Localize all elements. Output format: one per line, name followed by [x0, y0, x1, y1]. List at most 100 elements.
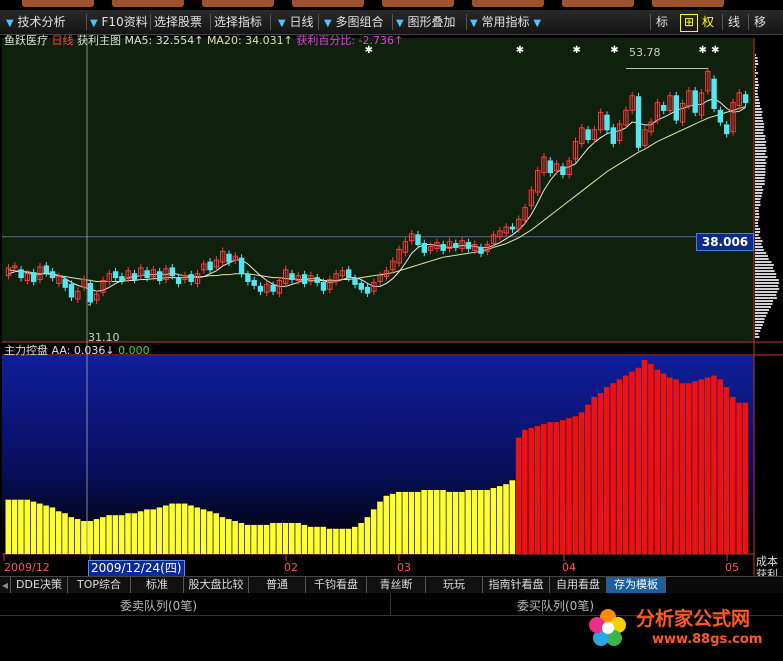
candle-body: [290, 274, 294, 280]
f10-menu[interactable]: ▼ F10资料: [90, 13, 148, 31]
control-bar: [245, 525, 251, 554]
multi-chart-menu[interactable]: ▼ 多图组合: [324, 13, 384, 31]
period-select[interactable]: ▼ 日线: [278, 13, 314, 31]
cost-bar: [755, 198, 761, 200]
cost-bar: [755, 72, 758, 74]
ma20-value: MA20: 34.031↑: [207, 34, 293, 47]
candle-body: [315, 278, 319, 283]
top-menu-tab[interactable]: [562, 0, 634, 7]
cost-bar: [755, 180, 765, 182]
cost-bar: [755, 201, 760, 203]
top-menu-tab[interactable]: [292, 0, 364, 7]
control-bar: [541, 424, 547, 554]
control-bar: [75, 519, 81, 554]
control-bar: [24, 500, 30, 554]
toolbar-label: F10资料: [102, 15, 148, 29]
control-bar: [321, 527, 327, 554]
cost-bar: [755, 132, 763, 134]
control-bar: [736, 403, 742, 554]
control-bar: [560, 420, 566, 554]
add-icon[interactable]: ⊞: [680, 14, 698, 32]
move-button[interactable]: 移: [754, 13, 766, 31]
top-menu-tab[interactable]: [22, 0, 94, 7]
tech-analysis-menu[interactable]: ▼ 技术分析: [6, 13, 66, 31]
top-menu-tab[interactable]: [472, 0, 544, 7]
candle-body: [693, 91, 697, 112]
time-label: 02: [284, 561, 298, 574]
control-bar: [711, 376, 717, 554]
control-bar: [535, 426, 541, 554]
line-button[interactable]: 线: [728, 13, 740, 31]
tab-top[interactable]: TOP综合: [68, 577, 131, 594]
top-menu-tab[interactable]: [112, 0, 184, 7]
cost-bar: [755, 312, 768, 314]
common-indicator-menu[interactable]: ▼ 常用指标 ▼: [470, 13, 541, 31]
control-bar: [327, 529, 333, 554]
control-bar: [207, 511, 213, 554]
candle-body: [176, 278, 180, 284]
control-bar: [440, 490, 446, 554]
control-bar: [201, 509, 207, 554]
overlay-menu[interactable]: ▼ 图形叠加: [396, 13, 456, 31]
control-bar: [188, 506, 194, 555]
top-menu-tab[interactable]: [652, 0, 724, 7]
tab-scroll-left[interactable]: ◀: [0, 577, 11, 594]
cost-bar: [755, 222, 758, 224]
dropdown-arrow-icon: ▼: [6, 18, 14, 29]
control-bar: [43, 506, 49, 555]
control-bar: [396, 492, 402, 554]
cost-bar: [755, 114, 762, 116]
rights-button[interactable]: 权: [702, 13, 714, 31]
cost-bar: [755, 258, 769, 260]
top-menu-tab[interactable]: [202, 0, 274, 7]
tab-wanwan[interactable]: 玩玩: [426, 577, 483, 594]
mark-button[interactable]: 标: [656, 13, 668, 31]
cost-bar: [755, 153, 765, 155]
candle-body: [662, 105, 666, 110]
divider: [392, 14, 393, 30]
control-bar: [390, 494, 396, 554]
control-bar: [339, 529, 345, 554]
tab-index-compare[interactable]: 股大盘比较: [184, 577, 249, 594]
tab-normal[interactable]: 普通: [249, 577, 306, 594]
cost-bar: [755, 174, 765, 176]
cost-bar: [755, 57, 758, 59]
cost-bar: [755, 204, 760, 206]
tab-custom[interactable]: 自用看盘: [550, 577, 607, 594]
candle-body: [252, 281, 256, 286]
candle-body: [50, 272, 54, 278]
tab-compass[interactable]: 指南针看盘: [483, 577, 550, 594]
control-bar: [195, 507, 201, 554]
candle-body: [189, 275, 193, 282]
tab-dde[interactable]: DDE决策: [11, 577, 68, 594]
tab-qianjun[interactable]: 千钧看盘: [306, 577, 367, 594]
cost-bar: [755, 291, 777, 293]
stock-chart[interactable]: ✱ ✱ ✱ ✱ ✱ ✱: [0, 34, 783, 576]
cost-bar: [755, 84, 759, 86]
tab-qingsi[interactable]: 青丝断: [367, 577, 426, 594]
select-indicator-button[interactable]: 选择指标: [214, 13, 262, 31]
control-bar: [699, 379, 705, 554]
candle-body: [44, 266, 48, 273]
top-menu-tab[interactable]: [382, 0, 454, 7]
cost-bar: [755, 297, 777, 299]
select-stock-button[interactable]: 选择股票: [154, 13, 202, 31]
cost-bar: [755, 282, 779, 284]
top-menu-strip: [0, 0, 783, 10]
control-bar: [31, 502, 37, 554]
candle-body: [88, 283, 92, 301]
divider: [722, 14, 723, 30]
cost-bar: [755, 285, 778, 287]
tab-save-template[interactable]: 存为模板: [607, 577, 666, 594]
dropdown-arrow-icon: ▼: [533, 18, 541, 29]
cost-bar: [755, 207, 759, 209]
control-bar: [516, 438, 522, 554]
cost-bar: [755, 147, 766, 149]
control-bar: [50, 507, 56, 554]
control-bar: [258, 525, 264, 554]
cost-bar: [755, 54, 756, 56]
sell-queue-box[interactable]: 委卖队列(0笔): [0, 593, 391, 616]
tab-standard[interactable]: 标准: [131, 577, 184, 594]
cost-bar: [755, 108, 762, 110]
control-bar: [692, 381, 698, 554]
